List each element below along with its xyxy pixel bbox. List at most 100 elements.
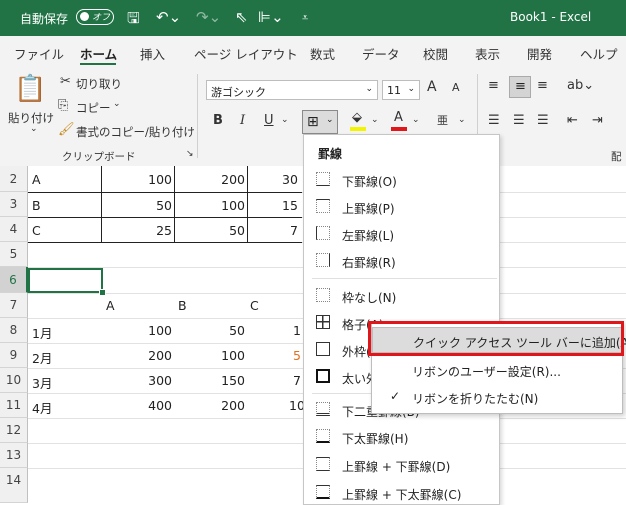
tab-file[interactable]: ファイル — [14, 44, 64, 63]
table-cell[interactable]: 5 — [293, 348, 301, 363]
align-icon[interactable]: ⊫⌄ — [258, 8, 284, 26]
row-header[interactable]: 8 — [0, 318, 28, 343]
menu-item-bottom-border[interactable]: 下罫線(O) — [304, 167, 499, 193]
table-cell[interactable]: 100 — [175, 198, 245, 213]
tab-data[interactable]: データ — [362, 44, 400, 63]
menu-item-right-border[interactable]: 右罫線(R) — [304, 248, 499, 274]
row-header[interactable]: 2 — [0, 166, 28, 192]
copy-icon[interactable]: ⎘ — [58, 98, 68, 113]
copy-label[interactable]: コピー — [76, 100, 111, 116]
italic-button[interactable]: I — [240, 113, 245, 128]
table-cell[interactable]: 50 — [175, 323, 245, 338]
save-icon[interactable]: 🖫 — [127, 8, 140, 33]
pointer-icon[interactable]: ⇖ — [235, 8, 248, 26]
table-cell[interactable]: 1月 — [32, 323, 52, 342]
row-header[interactable]: 5 — [0, 242, 28, 267]
tab-page-layout[interactable]: ページ レイアウト — [194, 44, 298, 63]
tab-review[interactable]: 校閲 — [423, 44, 448, 63]
table-cell[interactable]: 400 — [102, 398, 172, 413]
row-header[interactable]: 13 — [0, 443, 28, 468]
table-cell[interactable]: B — [32, 198, 41, 213]
tab-home[interactable]: ホーム — [80, 44, 117, 63]
font-name-box[interactable]: 游ゴシック ⌄ — [206, 80, 378, 100]
row-header[interactable]: 3 — [0, 192, 28, 217]
column-label[interactable]: A — [106, 298, 115, 313]
format-painter-label[interactable]: 書式のコピー/貼り付け — [76, 124, 195, 140]
table-cell[interactable]: A — [32, 172, 41, 187]
font-size-box[interactable]: 11 ⌄ — [382, 80, 420, 100]
row-header[interactable]: 9 — [0, 343, 28, 368]
format-painter-icon[interactable]: 🖌 — [58, 122, 75, 137]
column-label[interactable]: B — [178, 298, 187, 313]
row-header[interactable]: 14 — [0, 468, 28, 503]
menu-item-left-border[interactable]: 左罫線(L) — [304, 221, 499, 247]
customize-qat-icon[interactable]: ⩡ — [302, 11, 308, 25]
autosave-toggle[interactable]: オフ — [76, 9, 114, 25]
table-cell[interactable]: 4月 — [32, 398, 52, 417]
row-header[interactable]: 7 — [0, 293, 28, 318]
bold-button[interactable]: B — [213, 113, 223, 128]
menu-item-thick-bottom-border[interactable]: 下太罫線(H) — [304, 424, 499, 450]
collapse-ribbon-item[interactable]: ✓ リボンを折りたたむ(N) — [372, 384, 622, 410]
decrease-indent-icon[interactable]: ⇤ — [567, 113, 578, 128]
align-middle-button[interactable]: ≡ — [509, 76, 531, 98]
fill-dropdown-icon[interactable]: ⌄ — [371, 115, 379, 125]
table-cell[interactable]: 30 — [282, 172, 298, 187]
table-cell[interactable]: 300 — [102, 373, 172, 388]
fill-color-icon[interactable]: ⬙ — [352, 110, 362, 125]
align-right-icon[interactable]: ☰ — [537, 113, 549, 128]
row-header[interactable]: 10 — [0, 368, 28, 393]
underline-button[interactable]: U — [264, 113, 274, 128]
align-top-icon[interactable]: ≡ — [488, 78, 499, 93]
table-cell[interactable]: 100 — [102, 323, 172, 338]
undo-icon[interactable]: ↶⌄ — [156, 8, 181, 26]
grow-font-icon[interactable]: A — [427, 79, 437, 95]
increase-indent-icon[interactable]: ⇥ — [592, 113, 603, 128]
table-cell[interactable]: 200 — [102, 348, 172, 363]
column-label[interactable]: C — [250, 298, 259, 313]
customize-ribbon-item[interactable]: リボンのユーザー設定(R)... — [372, 357, 622, 383]
table-cell[interactable]: 100 — [175, 348, 245, 363]
borders-button[interactable]: ⊞ ⌄ — [302, 110, 338, 134]
orientation-icon[interactable]: ab⌄ — [567, 78, 594, 93]
menu-item-top-thick-bottom-border[interactable]: 上罫線 + 下太罫線(C) — [304, 480, 499, 504]
fill-handle[interactable] — [99, 289, 106, 296]
active-cell[interactable] — [28, 268, 103, 293]
align-bottom-icon[interactable]: ≡ — [537, 78, 548, 93]
table-cell[interactable]: 200 — [175, 398, 245, 413]
clipboard-launcher-icon[interactable]: ↘ — [186, 149, 194, 159]
font-color-icon[interactable]: A — [394, 110, 403, 125]
menu-item-top-border[interactable]: 上罫線(P) — [304, 194, 499, 220]
tab-formulas[interactable]: 数式 — [310, 44, 335, 63]
table-cell[interactable]: C — [32, 223, 41, 238]
cut-label[interactable]: 切り取り — [76, 76, 122, 92]
shrink-font-icon[interactable]: A — [452, 81, 460, 94]
font-color-dropdown-icon[interactable]: ⌄ — [412, 115, 420, 125]
tab-view[interactable]: 表示 — [475, 44, 500, 63]
paste-icon[interactable]: 📋 — [14, 74, 46, 104]
tab-insert[interactable]: 挿入 — [140, 44, 165, 63]
redo-icon[interactable]: ↷⌄ — [196, 8, 221, 26]
row-header[interactable]: 4 — [0, 217, 28, 242]
row-header-selected[interactable]: 6 — [0, 267, 28, 293]
table-cell[interactable]: 25 — [102, 223, 172, 238]
table-cell[interactable]: 1 — [293, 323, 301, 338]
menu-item-top-bottom-border[interactable]: 上罫線 + 下罫線(D) — [304, 452, 499, 478]
table-cell[interactable]: 15 — [282, 198, 298, 213]
phonetic-icon[interactable]: 亜 — [437, 112, 448, 128]
row-header[interactable]: 11 — [0, 393, 28, 418]
copy-dropdown-icon[interactable]: ⌄ — [113, 99, 121, 109]
phonetic-dropdown-icon[interactable]: ⌄ — [458, 115, 466, 125]
table-cell[interactable]: 7 — [293, 373, 301, 388]
table-cell[interactable]: 50 — [102, 198, 172, 213]
table-cell[interactable]: 3月 — [32, 373, 52, 392]
tab-developer[interactable]: 開発 — [527, 44, 552, 63]
table-cell[interactable]: 150 — [175, 373, 245, 388]
cut-icon[interactable]: ✂ — [60, 74, 71, 89]
table-cell[interactable]: 7 — [290, 223, 298, 238]
table-cell[interactable]: 2月 — [32, 348, 52, 367]
tab-help[interactable]: ヘルプ — [580, 44, 618, 63]
menu-item-no-border[interactable]: 枠なし(N) — [304, 283, 499, 309]
align-center-icon[interactable]: ☰ — [513, 113, 525, 128]
table-cell[interactable]: 100 — [102, 172, 172, 187]
